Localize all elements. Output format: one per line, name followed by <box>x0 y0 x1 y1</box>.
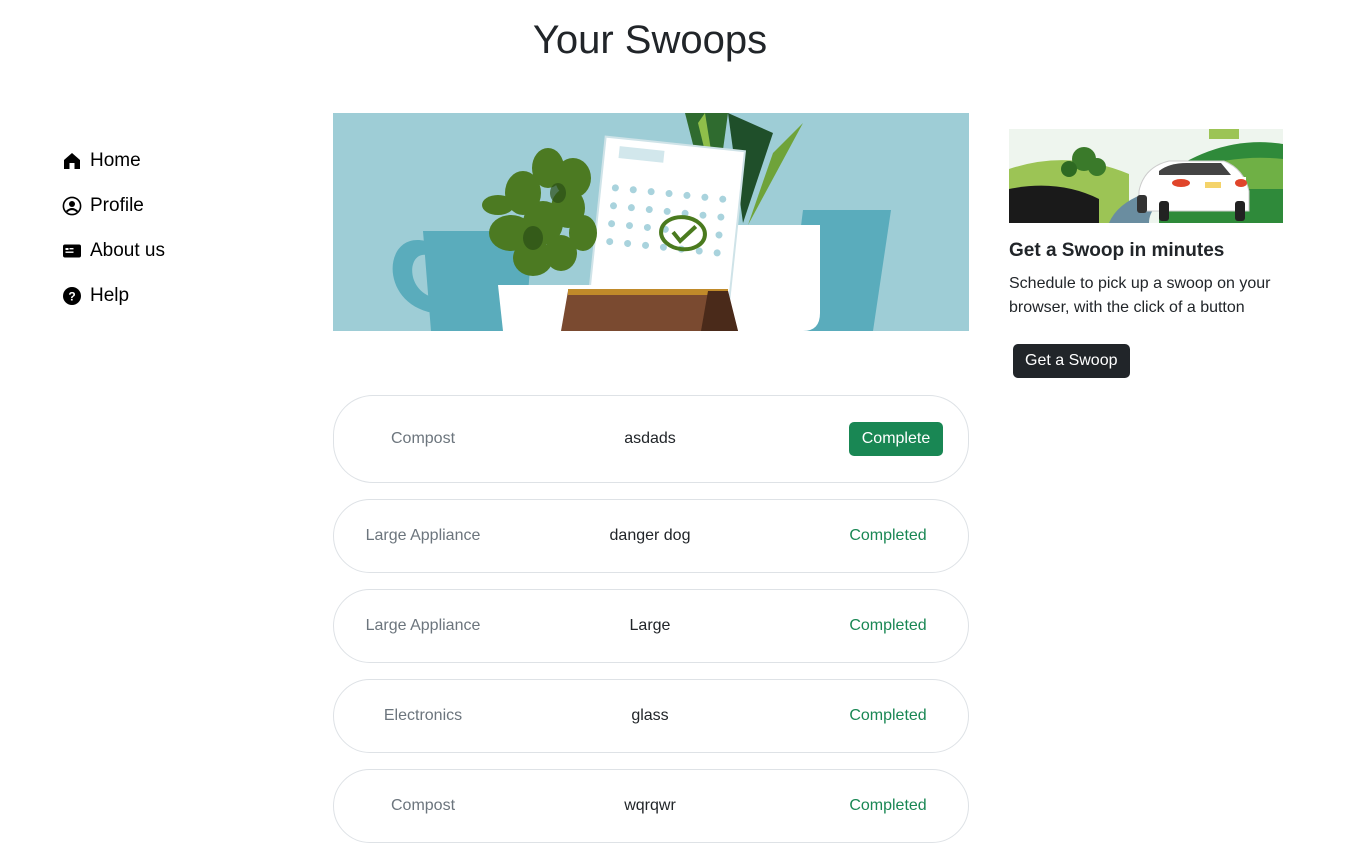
sidebar-item-label: About us <box>90 239 165 261</box>
user-circle-icon <box>62 196 82 216</box>
table-row: Large Appliance danger dog Completed <box>333 499 969 573</box>
svg-text:?: ? <box>68 289 75 303</box>
sidebar-item-label: Profile <box>90 194 144 216</box>
swoop-name: Large <box>629 617 671 634</box>
sidebar-item-about-us[interactable]: About us <box>62 228 262 273</box>
swoop-category: Compost <box>390 797 456 814</box>
swoop-name: danger dog <box>609 527 691 544</box>
swoop-category: Compost <box>390 430 456 447</box>
sidebar-item-label: Home <box>90 149 141 171</box>
page-title: Your Swoops <box>532 18 768 62</box>
sidebar-nav: Home Profile About us ? Help <box>62 138 262 318</box>
swoop-status: Completed <box>849 707 927 724</box>
promo-title: Get a Swoop in minutes <box>1009 240 1225 261</box>
hero-illustration <box>333 113 969 331</box>
id-card-icon <box>62 241 82 261</box>
sidebar-item-label: Help <box>90 284 130 306</box>
swoop-name: asdads <box>624 430 676 447</box>
question-circle-icon: ? <box>62 286 82 306</box>
sidebar-item-profile[interactable]: Profile <box>62 183 262 228</box>
swoop-category: Large Appliance <box>365 527 481 544</box>
swoop-name: glass <box>631 707 669 724</box>
swoop-status: Completed <box>849 527 927 544</box>
swoop-list: Compost asdads Complete Large Appliance … <box>333 395 969 859</box>
home-icon <box>62 151 82 171</box>
swoop-status-cell: Complete <box>788 422 968 456</box>
promo-card: Get a Swoop in minutes Schedule to pick … <box>1009 129 1283 378</box>
table-row: Compost wqrqwr Completed <box>333 769 969 843</box>
table-row: Electronics glass Completed <box>333 679 969 753</box>
complete-button[interactable]: Complete <box>848 422 944 456</box>
swoop-category: Electronics <box>383 707 463 724</box>
sidebar-item-help[interactable]: ? Help <box>62 273 262 318</box>
sidebar-item-home[interactable]: Home <box>62 138 262 183</box>
swoop-status: Completed <box>849 617 927 634</box>
table-row: Large Appliance Large Completed <box>333 589 969 663</box>
swoop-name: wqrqwr <box>624 797 676 814</box>
swoop-category: Large Appliance <box>365 617 481 634</box>
promo-text: Schedule to pick up a swoop on your brow… <box>1009 275 1271 316</box>
promo-car-illustration <box>1009 129 1283 223</box>
swoop-status: Completed <box>849 797 927 814</box>
get-swoop-button[interactable]: Get a Swoop <box>1013 344 1130 378</box>
table-row: Compost asdads Complete <box>333 395 969 483</box>
